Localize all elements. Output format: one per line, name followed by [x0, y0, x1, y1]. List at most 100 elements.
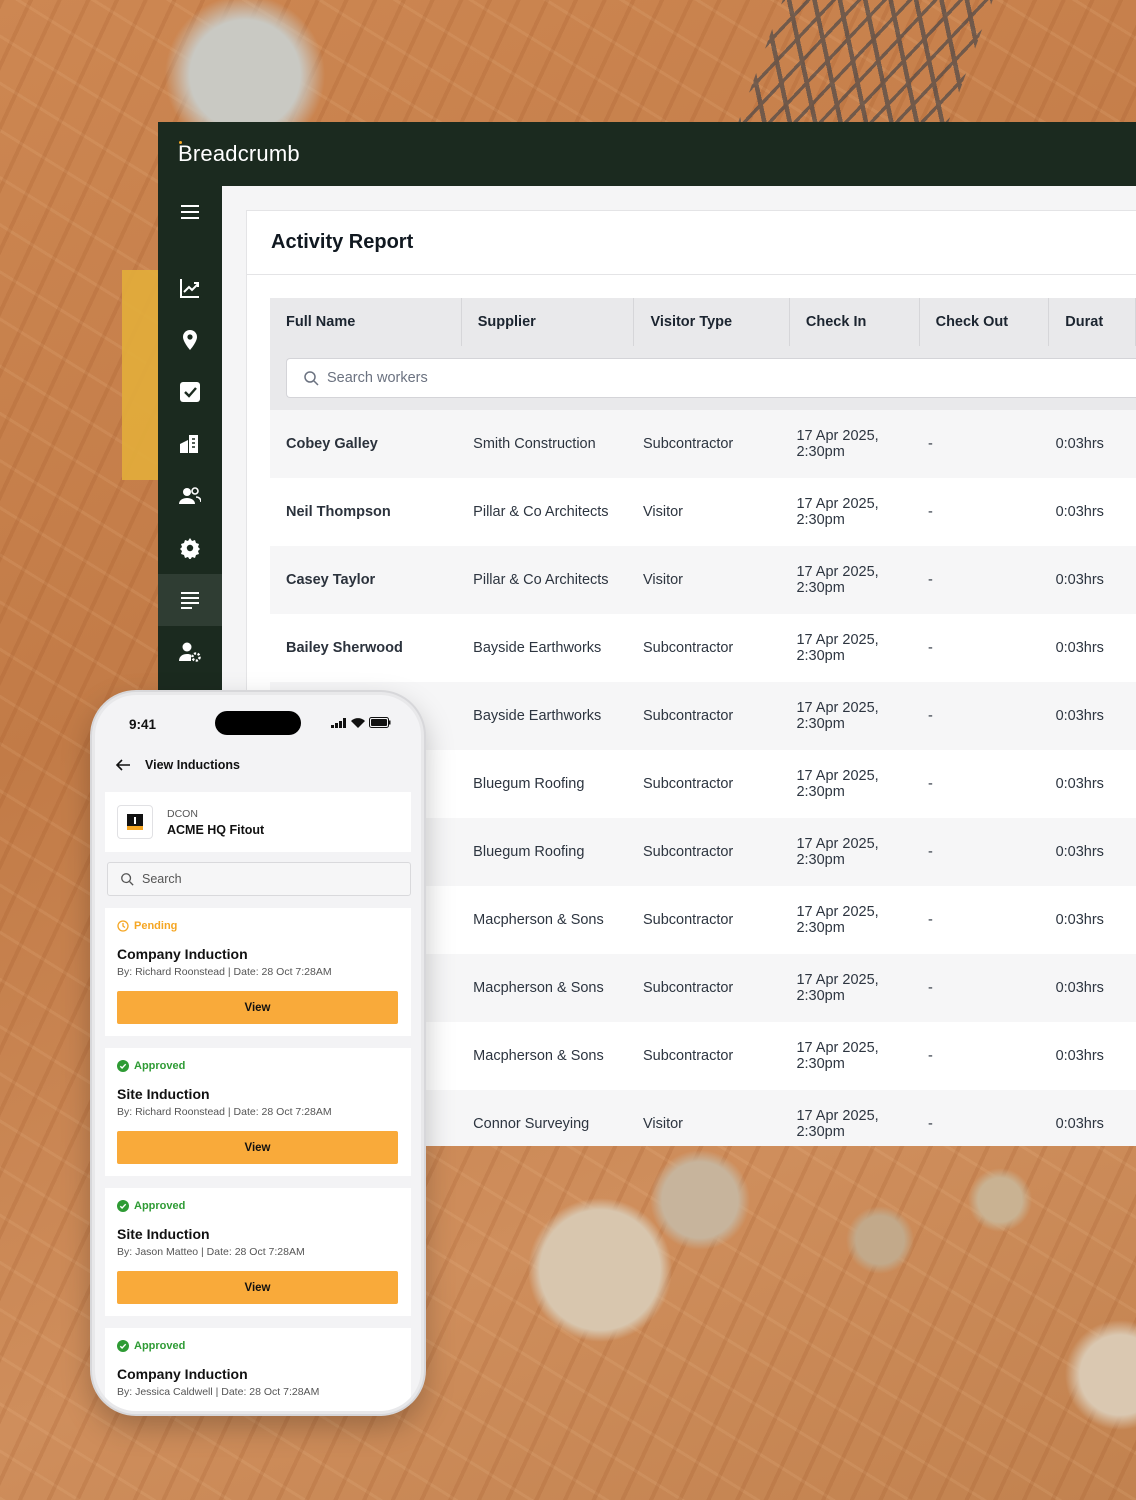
view-induction-button[interactable]: View	[117, 1131, 398, 1164]
project-name: ACME HQ Fitout	[167, 822, 265, 837]
sidebar-item-tasks[interactable]	[158, 366, 222, 418]
table-row[interactable]: Neil Thompson Pillar & Co Architects Visit…	[270, 478, 1136, 546]
cell-visitor-type: Visitor	[642, 504, 684, 520]
induction-title: Company Induction	[117, 946, 248, 962]
cell-duration: 0:03hrs	[1055, 640, 1104, 656]
cell-visitor-type: Subcontractor	[642, 844, 734, 860]
wifi-icon	[351, 717, 365, 728]
induction-card: Approved Site Induction By: Richard Roonst…	[105, 1048, 411, 1176]
cell-visitor-type: Subcontractor	[642, 640, 734, 656]
page-title: Activity Report	[271, 231, 414, 253]
cell-full-name: Cobey Galley	[286, 436, 378, 452]
status-time: 9:41	[129, 717, 157, 732]
column-header-supplier[interactable]: Supplier	[462, 298, 635, 346]
cell-supplier: Connor Surveying	[473, 1116, 590, 1132]
induction-status-label: Approved	[134, 1340, 186, 1352]
project-card[interactable]: DCON ACME HQ Fitout	[105, 792, 411, 852]
column-header-visitor-type[interactable]: Visitor Type	[634, 298, 790, 346]
phone-search-field	[107, 862, 411, 896]
table-row[interactable]: Casey Taylor Pillar & Co Architects Visito…	[270, 546, 1136, 614]
induction-status-label: Pending	[134, 920, 178, 932]
search-icon	[304, 371, 319, 386]
cell-check-out: -	[927, 436, 933, 452]
dynamic-island	[215, 711, 301, 735]
sidebar-item-settings[interactable]	[158, 522, 222, 574]
search-workers-input[interactable]	[327, 370, 727, 386]
check-circle-icon	[117, 1060, 129, 1072]
cell-check-in: 17 Apr 2025, 2:30pm	[796, 1040, 879, 1072]
status-icons	[331, 717, 391, 728]
search-icon	[121, 873, 134, 886]
table-search-row	[270, 346, 1136, 410]
induction-status: Pending	[117, 920, 399, 932]
battery-icon	[369, 717, 391, 728]
phone-mockup: 9:41 View Inductions DCON ACME HQ Fitout…	[92, 692, 424, 1414]
view-induction-button[interactable]: View	[117, 1411, 398, 1414]
cell-full-name: Neil Thompson	[286, 504, 391, 520]
machine-photo-detail	[122, 270, 162, 480]
table-row[interactable]: Cobey Galley Smith Construction Subcontrac…	[270, 410, 1136, 478]
cell-supplier: Pillar & Co Architects	[473, 504, 609, 520]
cell-duration: 0:03hrs	[1055, 844, 1104, 860]
cell-check-in: 17 Apr 2025, 2:30pm	[796, 836, 879, 868]
induction-card: Approved Site Induction By: Jason Matteo |…	[105, 1188, 411, 1316]
sidebar-item-admin[interactable]	[158, 626, 222, 678]
induction-title: Site Induction	[117, 1086, 210, 1102]
table-header: Full Name Supplier Visitor Type Check In…	[270, 298, 1136, 346]
cell-supplier: Bayside Earthworks	[473, 640, 602, 656]
sidebar-menu-toggle[interactable]	[158, 186, 222, 238]
cell-duration: 0:03hrs	[1055, 1048, 1104, 1064]
user-settings-icon	[179, 642, 201, 662]
phone-search-input[interactable]	[142, 872, 382, 886]
report-icon	[181, 592, 199, 609]
cell-visitor-type: Subcontractor	[642, 776, 734, 792]
cell-visitor-type: Subcontractor	[642, 436, 734, 452]
sidebar-item-sites[interactable]	[158, 418, 222, 470]
induction-status-label: Approved	[134, 1200, 186, 1212]
view-induction-button[interactable]: View	[117, 1271, 398, 1304]
induction-meta: By: Richard Roonstead | Date: 28 Oct 7:2…	[117, 1106, 332, 1118]
induction-status: Approved	[117, 1340, 399, 1352]
cell-check-in: 17 Apr 2025, 2:30pm	[796, 972, 879, 1004]
cell-supplier: Macpherson & Sons	[473, 980, 604, 996]
phone-status-bar: 9:41	[95, 695, 421, 751]
cell-check-in: 17 Apr 2025, 2:30pm	[796, 1108, 879, 1140]
cell-duration: 0:03hrs	[1055, 1116, 1104, 1132]
cell-check-in: 17 Apr 2025, 2:30pm	[796, 564, 879, 596]
cell-check-out: -	[927, 980, 933, 996]
location-pin-icon	[183, 330, 197, 350]
sidebar-item-locations[interactable]	[158, 314, 222, 366]
table-row[interactable]: Bailey Sherwood Bayside Earthworks Subcont…	[270, 614, 1136, 682]
cell-check-in: 17 Apr 2025, 2:30pm	[796, 904, 879, 936]
sidebar-item-analytics[interactable]	[158, 262, 222, 314]
column-header-duration[interactable]: Durat	[1049, 298, 1136, 346]
panel-header: Activity Report	[247, 211, 1136, 275]
signal-icon	[331, 717, 346, 728]
cell-check-in: 17 Apr 2025, 2:30pm	[796, 496, 879, 528]
check-circle-icon	[117, 1340, 129, 1352]
cell-duration: 0:03hrs	[1055, 708, 1104, 724]
cell-check-in: 17 Apr 2025, 2:30pm	[796, 700, 879, 732]
cell-check-out: -	[927, 640, 933, 656]
brand-dot-icon	[179, 141, 182, 144]
sidebar-item-people[interactable]	[158, 470, 222, 522]
induction-title: Site Induction	[117, 1226, 210, 1242]
brand-logo[interactable]: Breadcrumb	[178, 141, 300, 167]
column-header-check-out[interactable]: Check Out	[920, 298, 1050, 346]
column-header-check-in[interactable]: Check In	[790, 298, 920, 346]
cell-visitor-type: Subcontractor	[642, 912, 734, 928]
cell-check-out: -	[927, 1048, 933, 1064]
cell-check-out: -	[927, 1116, 933, 1132]
phone-header: View Inductions	[115, 757, 240, 773]
cell-visitor-type: Visitor	[642, 572, 684, 588]
cell-check-out: -	[927, 844, 933, 860]
project-logo-icon	[117, 805, 153, 839]
cell-supplier: Smith Construction	[473, 436, 596, 452]
building-icon	[180, 435, 198, 453]
view-induction-button[interactable]: View	[117, 991, 398, 1024]
column-header-full-name[interactable]: Full Name	[270, 298, 462, 346]
back-arrow-icon[interactable]	[115, 757, 131, 773]
cell-check-out: -	[927, 912, 933, 928]
sidebar-item-reports[interactable]	[158, 574, 222, 626]
cell-supplier: Macpherson & Sons	[473, 1048, 604, 1064]
